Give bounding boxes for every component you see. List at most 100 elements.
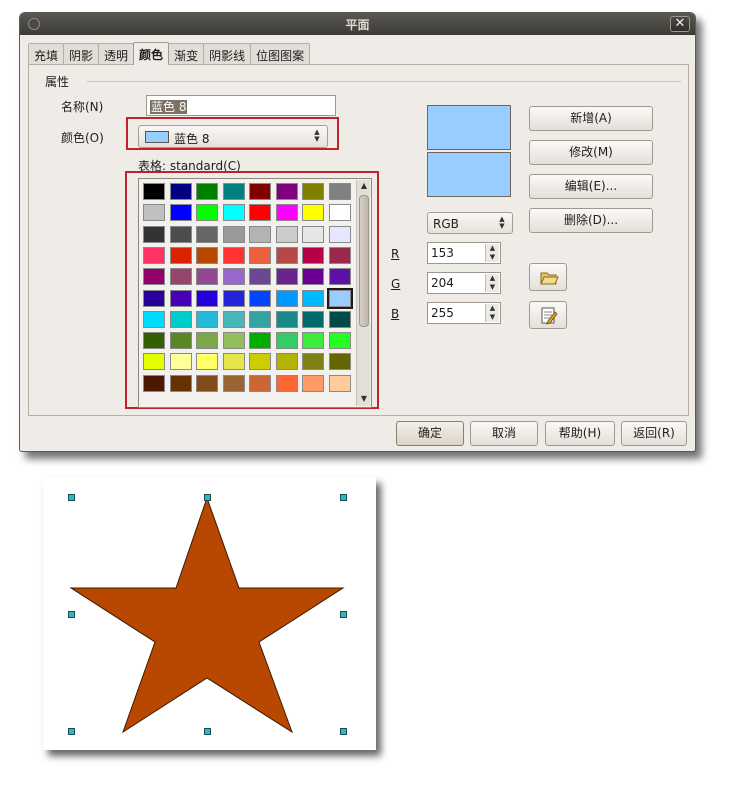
palette-scrollbar[interactable]: ▲ ▼ — [356, 180, 370, 406]
scroll-down-icon[interactable]: ▼ — [357, 394, 371, 406]
palette-swatch[interactable] — [275, 374, 298, 392]
palette-swatch[interactable] — [196, 183, 218, 200]
tab-bitmaps[interactable]: 位图图案 — [250, 43, 311, 64]
palette-swatch[interactable] — [222, 246, 245, 264]
tab-colors[interactable]: 颜色 — [133, 42, 170, 65]
name-input[interactable]: 蓝色 8 — [146, 95, 336, 116]
palette-swatch[interactable] — [249, 225, 271, 243]
palette-swatch[interactable] — [249, 268, 271, 286]
palette-swatch[interactable] — [169, 183, 192, 200]
selection-handle[interactable] — [340, 611, 347, 618]
palette-swatch[interactable] — [169, 268, 192, 286]
palette-swatch[interactable] — [143, 204, 165, 222]
palette-swatch[interactable] — [222, 353, 245, 371]
color-select[interactable]: 蓝色 8 ▲ ▼ — [138, 125, 328, 148]
palette-swatch[interactable] — [196, 332, 218, 350]
palette-swatch[interactable] — [275, 268, 298, 286]
palette-swatch[interactable] — [143, 225, 165, 243]
add-button[interactable]: 新增(A) — [529, 106, 653, 131]
palette-swatch[interactable] — [222, 374, 245, 392]
palette-swatch[interactable] — [143, 332, 165, 350]
palette-swatch[interactable] — [275, 204, 298, 222]
palette-swatch[interactable] — [196, 204, 218, 222]
close-icon[interactable]: ✕ — [670, 16, 690, 32]
palette-swatch[interactable] — [328, 183, 351, 200]
selection-handle[interactable] — [204, 494, 211, 501]
help-button[interactable]: 帮助(H) — [545, 421, 615, 446]
palette-swatch[interactable] — [143, 353, 165, 371]
palette-swatch[interactable] — [196, 246, 218, 264]
tab-gradients[interactable]: 渐变 — [168, 43, 205, 64]
palette-swatch[interactable] — [143, 246, 165, 264]
palette-swatch[interactable] — [249, 183, 271, 200]
palette-swatch[interactable] — [326, 287, 353, 309]
palette-swatch[interactable] — [169, 204, 192, 222]
palette-swatch[interactable] — [275, 225, 298, 243]
palette-swatch[interactable] — [328, 246, 351, 264]
palette-swatch[interactable] — [302, 310, 324, 328]
palette-swatch[interactable] — [328, 374, 351, 392]
palette-swatch[interactable] — [249, 374, 271, 392]
b-spinbox[interactable]: 255 ▲ ▼ — [427, 302, 501, 324]
palette-swatch[interactable] — [169, 310, 192, 328]
palette-swatch[interactable] — [275, 310, 298, 328]
palette-swatch[interactable] — [302, 332, 324, 350]
palette-swatch[interactable] — [328, 204, 351, 222]
palette-swatch[interactable] — [275, 353, 298, 371]
palette-swatch[interactable] — [249, 204, 271, 222]
palette-swatch[interactable] — [302, 374, 324, 392]
palette-swatch[interactable] — [302, 225, 324, 243]
palette-swatch[interactable] — [302, 204, 324, 222]
selection-handle[interactable] — [68, 611, 75, 618]
palette-swatch[interactable] — [302, 183, 324, 200]
palette-swatch[interactable] — [222, 183, 245, 200]
palette-swatch[interactable] — [196, 225, 218, 243]
palette-swatch[interactable] — [169, 289, 192, 307]
save-color-list-button[interactable] — [529, 301, 567, 329]
palette-swatch[interactable] — [169, 225, 192, 243]
palette-swatch[interactable] — [249, 332, 271, 350]
delete-button[interactable]: 删除(D)... — [529, 208, 653, 233]
palette-swatch[interactable] — [302, 246, 324, 264]
palette-swatch[interactable] — [196, 310, 218, 328]
tab-fill[interactable]: 充填 — [28, 43, 65, 64]
palette-swatch[interactable] — [169, 374, 192, 392]
palette-swatch[interactable] — [275, 246, 298, 264]
palette-swatch[interactable] — [249, 353, 271, 371]
palette-swatch[interactable] — [222, 204, 245, 222]
palette-swatch[interactable] — [302, 353, 324, 371]
tab-shadow[interactable]: 阴影 — [63, 43, 100, 64]
palette-swatch[interactable] — [143, 374, 165, 392]
tab-transparency[interactable]: 透明 — [98, 43, 135, 64]
palette-swatch[interactable] — [302, 289, 324, 307]
scroll-up-icon[interactable]: ▲ — [357, 181, 371, 193]
selection-handle[interactable] — [204, 728, 211, 735]
g-spinbox[interactable]: 204 ▲ ▼ — [427, 272, 501, 294]
selection-handle[interactable] — [68, 494, 75, 501]
palette-swatch[interactable] — [196, 289, 218, 307]
r-spinbox[interactable]: 153 ▲ ▼ — [427, 242, 501, 264]
palette-swatch[interactable] — [275, 289, 298, 307]
spin-arrows-icon[interactable]: ▲ ▼ — [485, 304, 499, 322]
palette-swatch[interactable] — [328, 353, 351, 371]
selection-handle[interactable] — [68, 728, 75, 735]
palette-swatch[interactable] — [222, 310, 245, 328]
palette-swatch[interactable] — [169, 332, 192, 350]
cancel-button[interactable]: 取消 — [470, 421, 538, 446]
palette-swatch[interactable] — [196, 374, 218, 392]
palette-swatch[interactable] — [222, 225, 245, 243]
palette-swatch[interactable] — [328, 268, 351, 286]
edit-button[interactable]: 编辑(E)... — [529, 174, 653, 199]
palette-swatch[interactable] — [249, 246, 271, 264]
palette-swatch[interactable] — [143, 268, 165, 286]
palette-swatch[interactable] — [169, 246, 192, 264]
selection-handle[interactable] — [340, 494, 347, 501]
scrollbar-thumb[interactable] — [359, 195, 369, 327]
color-model-select[interactable]: RGB ▲ ▼ — [427, 212, 513, 234]
palette-swatch[interactable] — [249, 289, 271, 307]
drawing-canvas[interactable] — [43, 477, 376, 750]
palette-swatch[interactable] — [275, 183, 298, 200]
star-shape[interactable] — [43, 477, 376, 750]
palette-swatch[interactable] — [328, 332, 351, 350]
palette-swatch[interactable] — [275, 332, 298, 350]
